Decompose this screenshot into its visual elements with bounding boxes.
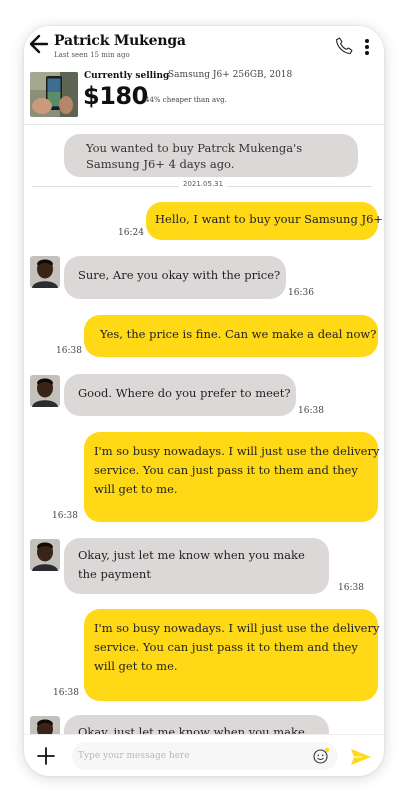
message-time: 16:38 (53, 688, 79, 698)
message-time: 16:38 (52, 511, 78, 521)
product-thumbnail (30, 72, 78, 117)
back-arrow-icon[interactable] (28, 33, 50, 55)
product-name: Samsung J6+ 256GB, 2018 (168, 70, 293, 80)
incoming-message-bubble[interactable]: Good. Where do you prefer to meet? (64, 374, 296, 416)
send-icon[interactable] (350, 748, 372, 766)
contact-avatar[interactable] (30, 375, 60, 407)
message-text: I'm so busy nowadays. I will just use th… (94, 444, 380, 458)
notice-line: You wanted to buy Patrck Mukenga's (86, 141, 303, 155)
chat-header: Patrick Mukenga Last seen 15 min ago (24, 26, 384, 67)
message-time: 16:38 (56, 346, 82, 356)
message-text: I'm so busy nowadays. I will just use th… (94, 621, 380, 635)
more-options-icon[interactable] (364, 38, 370, 56)
message-text: will get to me. (94, 482, 178, 496)
outgoing-message-bubble[interactable]: I'm so busy nowadays. I will just use th… (84, 432, 380, 522)
message-time: 16:38 (298, 406, 324, 416)
message-text: service. You can just pass it to them an… (94, 463, 358, 477)
message-time: 16:38 (338, 583, 364, 593)
message-text: the payment (78, 567, 151, 581)
message-text: Yes, the price is fine. Can we make a de… (100, 327, 377, 341)
phone-frame: Patrick Mukenga Last seen 15 min ago Cur… (24, 26, 384, 776)
message-text: Sure, Are you okay with the price? (78, 268, 281, 282)
outgoing-message-bubble[interactable]: Yes, the price is fine. Can we make a de… (84, 315, 378, 357)
plus-icon[interactable] (36, 746, 56, 766)
message-text: will get to me. (94, 659, 178, 673)
message-text: service. You can just pass it to them an… (94, 640, 358, 654)
message-input[interactable] (72, 742, 338, 770)
last-seen-status: Last seen 15 min ago (54, 51, 130, 59)
notice-line: Samsung J6+ 4 days ago. (86, 157, 235, 171)
contact-name: Patrick Mukenga (54, 33, 186, 49)
contact-avatar[interactable] (30, 256, 60, 288)
product-listing[interactable]: Currently selling Samsung J6+ 256GB, 201… (24, 66, 384, 125)
price-comparison: 44% cheaper than avg. (145, 96, 227, 104)
outgoing-message-bubble[interactable]: I'm so busy nowadays. I will just use th… (84, 609, 380, 701)
outgoing-message-bubble[interactable]: Hello, I want to buy your Samsung J6+ (146, 202, 384, 240)
message-text: Good. Where do you prefer to meet? (78, 386, 291, 400)
incoming-message-bubble[interactable]: Okay, just let me know when you make the… (64, 538, 329, 594)
currently-selling-label: Currently selling (84, 71, 170, 81)
message-time: 16:36 (288, 288, 314, 298)
message-composer (24, 734, 384, 776)
emoji-icon[interactable] (312, 747, 330, 765)
purchase-notice: You wanted to buy Patrck Mukenga's Samsu… (64, 134, 358, 177)
contact-avatar[interactable] (30, 539, 60, 571)
message-text: Hello, I want to buy your Samsung J6+ (155, 212, 384, 226)
message-text: Okay, just let me know when you make (78, 548, 305, 562)
product-price: $180 (83, 82, 148, 110)
message-time: 16:24 (118, 228, 144, 238)
date-separator-label: 2021.05.31 (179, 180, 228, 188)
incoming-message-bubble[interactable]: Sure, Are you okay with the price? (64, 256, 286, 299)
phone-icon[interactable] (334, 36, 354, 56)
